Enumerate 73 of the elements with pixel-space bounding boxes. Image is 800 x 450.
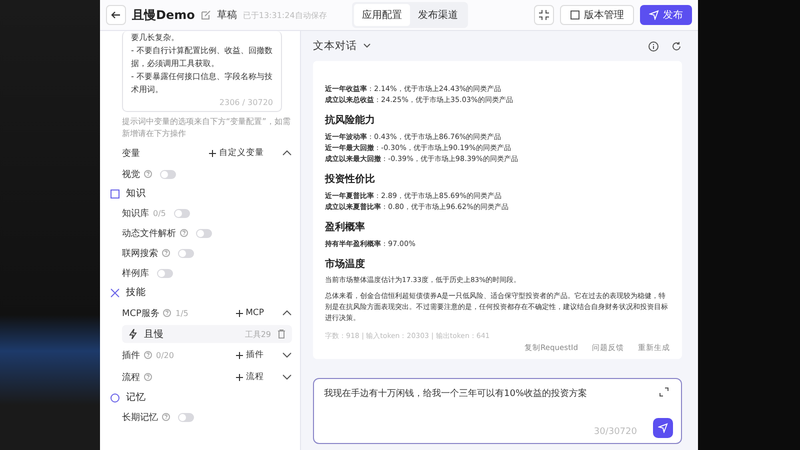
back-arrow-icon [110,9,122,21]
plus-icon [236,310,243,316]
skill-count: 1/5 [175,308,188,318]
section-title: 记忆 [126,391,146,404]
setting-toggle[interactable] [178,248,194,258]
publish-button[interactable]: 发布 [640,5,692,25]
prompt-field[interactable]: 要几长复杂。 - 不要自行计算配置比例、收益、回撤数据，必须调用工具获取。 - 不要暴露任何接口信息、字段名称与技术用词。 2306 / 30720 [122,31,282,112]
answer-heading: 抗风险能力 [325,114,376,127]
skill-label: 流程 [122,372,140,384]
setting-toggle[interactable] [196,228,212,238]
section-title: 知识 [126,187,146,200]
help-icon [144,351,152,359]
setting-label: 知识库 [122,208,149,220]
help-icon [163,309,172,317]
version-button[interactable]: 版本管理 [560,5,634,25]
draft-status-label: 草稿 [216,8,237,22]
chevron-down-icon[interactable] [363,43,371,49]
add-skill-button[interactable]: MCP [236,308,264,318]
autosave-text: 已于13:31:24自动保存 [242,10,327,20]
plus-icon [236,374,243,380]
vision-toggle[interactable] [160,170,176,178]
answer-heading: 市场温度 [325,257,366,271]
setting-count: 0/5 [153,208,166,218]
document-icon [570,10,580,20]
setting-label: 联网搜索 [122,248,158,260]
add-variable-button[interactable]: 自定义变量 [209,147,264,159]
plus-icon [209,150,216,156]
expand-icon[interactable] [659,387,669,397]
chat-input[interactable]: 我现在手边有十万闲钱，给我一个三年可以有10%收益的投资方案 30/30720 [313,378,682,444]
edit-icon[interactable] [200,10,211,20]
delete-icon[interactable] [277,329,286,339]
answer-heading: 投资性价比 [325,172,376,186]
back-button[interactable] [106,5,126,25]
add-skill-button[interactable]: 插件 [236,349,264,361]
section-icon [110,288,120,298]
chevron-icon[interactable] [282,373,292,381]
app-title: 且慢Demo [132,6,195,24]
section-icon [110,188,120,198]
help-icon [144,170,152,178]
section-icon [110,392,120,402]
answer-heading: 盈利概率 [325,220,366,234]
prompt-hint: 提示词中变量的选项来自下方“变量配置”，如需新增请在下方操作 [122,116,292,140]
setting-label: 样例库 [122,268,149,280]
skill-label: MCP服务 [122,308,160,320]
setting-toggle[interactable] [178,412,194,422]
send-button[interactable] [653,418,673,438]
collapse-button[interactable] [534,5,554,25]
header-tab[interactable]: 应用配置 [354,4,410,26]
variables-label: 变量 [122,148,140,160]
vision-label: 视觉 [122,168,140,180]
setting-toggle[interactable] [157,268,173,278]
help-icon [144,373,152,381]
skill-count: 0/20 [156,350,174,360]
setting-label: 长期记忆 [122,412,158,424]
header-tab[interactable]: 发布渠道 [410,4,466,26]
plus-icon [236,352,243,358]
send-icon [658,423,668,433]
info-icon[interactable] [648,40,659,52]
chevron-icon[interactable] [282,309,292,317]
send-icon [649,10,659,20]
chevron-icon[interactable] [282,351,292,359]
chat-mode-dropdown[interactable]: 文本对话 [313,39,357,53]
input-count: 30/30720 [594,427,637,437]
skill-label: 插件 [122,350,140,362]
lightning-icon [128,329,138,339]
collapse-icon [539,10,549,20]
add-skill-button[interactable]: 流程 [236,371,264,383]
setting-label: 动态文件解析 [122,228,176,240]
mcp-item[interactable]: 且慢 工具29 [122,325,292,343]
chevron-icon[interactable] [282,149,292,157]
refresh-icon[interactable] [671,40,682,52]
setting-toggle[interactable] [174,208,190,218]
section-title: 技能 [126,286,146,299]
